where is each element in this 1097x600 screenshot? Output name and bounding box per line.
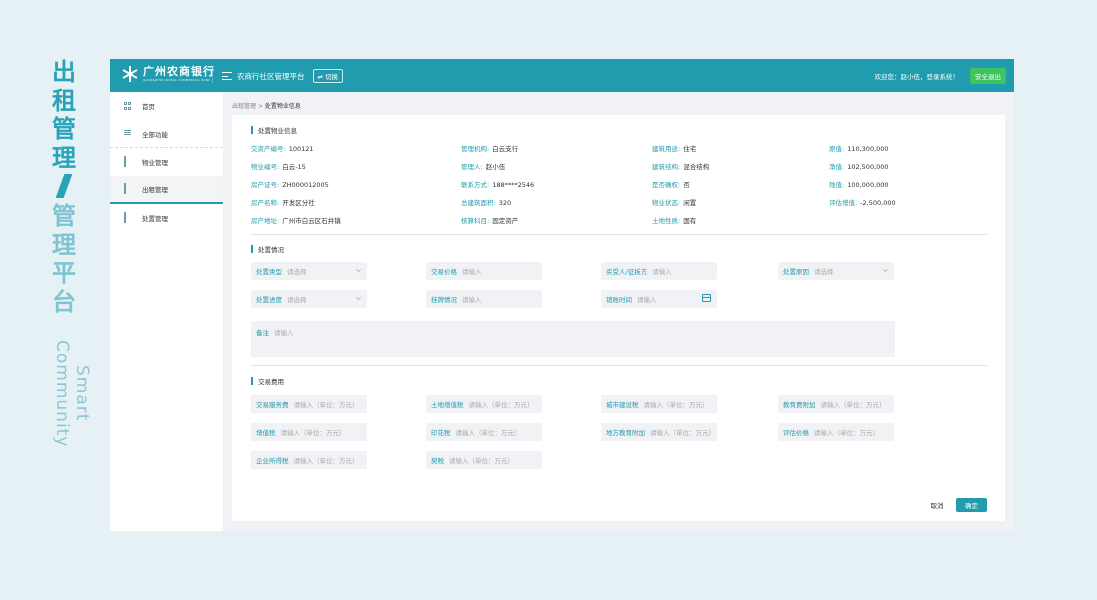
brand-char: 台	[52, 287, 76, 316]
section-title-fees: 交易费用	[251, 376, 284, 386]
cube-icon	[124, 183, 132, 194]
fee-appraisal-input[interactable]: 评估价格 请输入（单位：万元）	[778, 423, 894, 441]
brand-char: 管	[52, 115, 76, 143]
logo-english: GUANGZHOU RURAL COMMERCIAL BANK	[143, 78, 211, 82]
top-bar: 广州农商银行 GUANGZHOU RURAL COMMERCIAL BANK 农…	[110, 59, 1014, 92]
fee-income-tax-input[interactable]: 企业所得税 请输入（单位：万元）	[251, 451, 367, 469]
disposal-reason-select[interactable]: 处置原因 请选择	[778, 262, 894, 280]
brand-char: 出	[52, 58, 76, 86]
info-org: 管理机构: 白云支行	[461, 145, 519, 153]
switch-button[interactable]: ⇌ 切换	[312, 69, 344, 83]
section-title-disposal: 处置情况	[251, 244, 284, 254]
info-residual-value: 残值: 100,000,000	[829, 181, 889, 189]
confirm-button[interactable]: 确定	[956, 498, 987, 512]
breadcrumb: 出租管理 > 处置物业信息	[232, 101, 301, 110]
info-asset-no: 交资产编号: 100121	[251, 145, 314, 153]
disposal-progress-select[interactable]: 处置进度 请选择	[251, 290, 367, 308]
welcome-text: 欢迎您：赵小伍，登录系统！	[874, 73, 960, 81]
breadcrumb-parent[interactable]: 出租管理	[232, 103, 256, 110]
info-appraisal-gain: 评估增值: -2,500,000	[829, 199, 896, 207]
sidebar-item-rental[interactable]: 出租管理	[110, 176, 223, 204]
breadcrumb-current: 处置物业信息	[264, 103, 301, 110]
section-divider	[251, 365, 987, 366]
info-structure: 建筑结构: 混合结构	[652, 163, 710, 171]
fee-land-vat-input[interactable]: 土地增值税 请输入（单位：万元）	[426, 395, 542, 413]
bank-logo: 广州农商银行 GUANGZHOU RURAL COMMERCIAL BANK	[122, 66, 215, 82]
menu-icon[interactable]	[222, 72, 232, 80]
info-confirmed: 是否确权: 否	[652, 181, 690, 189]
list-icon	[124, 129, 132, 138]
cube-icon	[124, 156, 132, 167]
info-address: 房产地址: 广州市白云区石井镇	[251, 217, 341, 225]
sidebar: 首页 全部功能 物业管理 出租管理 处置管理	[110, 92, 223, 531]
brand-slash	[55, 174, 73, 198]
fee-vat-input[interactable]: 增值税 请输入（单位：万元）	[251, 423, 367, 441]
main-content: 处置物业信息 交资产编号: 100121 管理机构: 白云支行 建筑用途: 住宅 原值…	[232, 115, 1005, 521]
chevron-down-icon	[356, 267, 361, 272]
header-divider	[212, 67, 213, 83]
fee-local-education-input[interactable]: 地方教育附加 请输入（单位：万元）	[601, 423, 717, 441]
info-property-name: 房产名称: 开发区分社	[251, 199, 315, 207]
cancel-button[interactable]: 取消	[922, 498, 952, 512]
info-land-type: 土地性质: 国有	[652, 217, 697, 225]
brand-char: 理	[52, 230, 76, 259]
section-title-property: 处置物业信息	[251, 125, 297, 135]
sidebar-item-label: 全部功能	[142, 130, 168, 139]
buyer-input[interactable]: 买受人/征拆方 请输入	[601, 262, 717, 280]
chevron-down-icon	[356, 295, 361, 300]
info-manager: 管理人: 赵小伍	[461, 163, 506, 171]
trade-price-input[interactable]: 交易价格 请输入	[426, 262, 542, 280]
app-window: 广州农商银行 GUANGZHOU RURAL COMMERCIAL BANK 农…	[110, 59, 1014, 531]
fee-deed-tax-input[interactable]: 契税 请输入（单位：万元）	[426, 451, 542, 469]
info-account: 核算科目: 固定资产	[461, 217, 519, 225]
logout-button[interactable]: 安全退出	[970, 68, 1006, 84]
calendar-icon[interactable]	[702, 294, 711, 302]
info-area: 总建筑面积: 320	[461, 199, 512, 207]
section-divider	[251, 234, 987, 235]
sidebar-item-label: 物业管理	[142, 159, 168, 167]
chevron-down-icon	[883, 267, 888, 272]
remark-textarea[interactable]: 备注 请输入	[251, 321, 895, 357]
sidebar-item-label: 出租管理	[142, 186, 168, 194]
sidebar-item-disposal[interactable]: 处置管理	[110, 204, 223, 232]
logo-name: 广州农商银行	[143, 65, 215, 78]
sidebar-item-property[interactable]: 物业管理	[110, 148, 223, 176]
platform-title: 农商行社区管理平台 ⇌ 切换	[222, 69, 344, 83]
writeoff-date-input[interactable]: 销账时间 请输入	[601, 290, 717, 308]
platform-name: 农商行社区管理平台	[237, 71, 305, 81]
cube-icon	[124, 212, 132, 223]
info-certificate: 房产证号: ZH000012005	[251, 181, 329, 189]
brand-english: Smart Community	[52, 340, 92, 448]
logo-icon	[122, 66, 138, 82]
sidebar-item-home[interactable]: 首页	[110, 92, 223, 120]
listing-input[interactable]: 挂牌情况 请输入	[426, 290, 542, 308]
info-property-no: 物业编号: 白云-15	[251, 163, 306, 171]
brand-char: 平	[52, 259, 76, 287]
brand-char: 管	[52, 202, 76, 230]
brand-char: 租	[52, 86, 76, 115]
info-original-value: 原值: 110,300,000	[829, 145, 889, 153]
sidebar-item-label: 处置管理	[142, 215, 168, 223]
grid-icon	[124, 102, 132, 110]
fee-service-input[interactable]: 交易服务费 请输入（单位：万元）	[251, 395, 367, 413]
fee-city-tax-input[interactable]: 城市建设税 请输入（单位：万元）	[601, 395, 717, 413]
disposal-type-select[interactable]: 处置类型 请选择	[251, 262, 367, 280]
fee-stamp-input[interactable]: 印花税 请输入（单位：万元）	[426, 423, 542, 441]
info-net-value: 净值: 102,500,000	[829, 163, 889, 171]
info-usage: 建筑用途: 住宅	[652, 145, 697, 153]
vertical-branding: 出 租 管 理 管 理 平 台 Smart Community	[44, 58, 92, 447]
fee-education-input[interactable]: 教育费附加 请输入（单位：万元）	[778, 395, 894, 413]
brand-char: 理	[52, 143, 76, 172]
info-contact: 联系方式: 188****2546	[461, 181, 535, 189]
breadcrumb-separator: >	[256, 103, 265, 110]
info-status: 物业状态: 闲置	[652, 199, 697, 207]
sidebar-item-all-functions[interactable]: 全部功能	[110, 120, 223, 148]
sidebar-item-label: 首页	[142, 103, 155, 111]
